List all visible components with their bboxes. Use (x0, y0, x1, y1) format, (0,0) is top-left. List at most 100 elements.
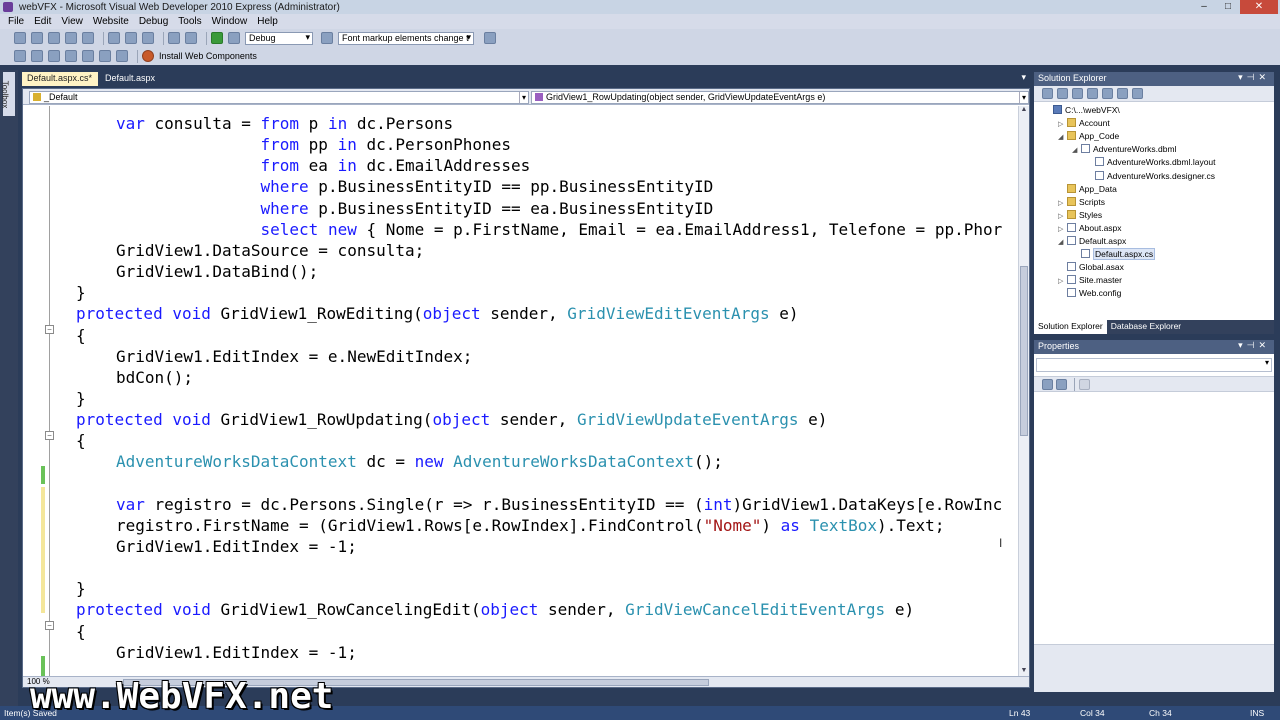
tree-item[interactable]: Default.aspx.cs (1072, 248, 1156, 261)
tree-item[interactable]: ▷ About.aspx (1058, 222, 1122, 235)
add-item-icon[interactable] (31, 32, 43, 44)
maximize-button[interactable]: □ (1216, 0, 1240, 14)
nest-files-icon[interactable] (1072, 88, 1083, 99)
outdent-icon[interactable] (65, 50, 77, 62)
attach-icon[interactable] (228, 32, 240, 44)
view-designer-icon[interactable] (1102, 88, 1113, 99)
tab-list-icon[interactable]: ▾ (1021, 72, 1026, 83)
code-line[interactable]: bdCon(); (116, 367, 193, 388)
find-icon[interactable] (321, 32, 333, 44)
refresh-icon[interactable] (1057, 88, 1068, 99)
paste-icon[interactable] (142, 32, 154, 44)
menu-tools[interactable]: Tools (178, 16, 201, 27)
toolbox-options-icon[interactable] (484, 32, 496, 44)
code-line[interactable]: GridView1.EditIndex = -1; (116, 642, 357, 663)
code-line[interactable]: { (76, 430, 86, 451)
code-line[interactable]: where p.BusinessEntityID == pp.BusinessE… (116, 176, 714, 197)
open-file-icon[interactable] (48, 32, 60, 44)
new-project-icon[interactable] (14, 32, 26, 44)
code-line[interactable]: GridView1.DataSource = consulta; (116, 240, 424, 261)
code-line[interactable]: from pp in dc.PersonPhones (116, 134, 511, 155)
code-line[interactable]: GridView1.DataBind(); (116, 261, 318, 282)
vertical-scrollbar[interactable]: ▲ ▼ (1018, 106, 1029, 677)
code-line[interactable]: var consulta = from p in dc.Persons (116, 113, 453, 134)
alphabetical-icon[interactable] (1056, 378, 1067, 390)
solution-tree[interactable]: C:\...\webVFX\ ▷ Account ◢ App_Code ◢ Adventur… (1034, 102, 1274, 302)
close-button[interactable]: ✕ (1240, 0, 1278, 14)
tab-solution-explorer[interactable]: Solution Explorer (1034, 320, 1107, 334)
save-icon[interactable] (65, 32, 77, 44)
tree-item[interactable]: Web.config (1058, 287, 1121, 300)
tab-default-aspx[interactable]: Default.aspx (100, 72, 161, 86)
menu-help[interactable]: Help (257, 16, 278, 27)
collapse-icon[interactable]: − (45, 325, 54, 334)
collapse-arrow-icon[interactable]: ◢ (1072, 144, 1081, 157)
tree-item[interactable]: Global.asax (1058, 261, 1124, 274)
member-combo[interactable]: GridView1_RowUpdating(object sender, Gri… (531, 91, 1029, 104)
cut-icon[interactable] (108, 32, 120, 44)
class-combo[interactable]: _Default ▾ (29, 91, 529, 104)
tree-item[interactable]: C:\...\webVFX\ (1044, 104, 1120, 117)
properties-object-select[interactable] (1036, 358, 1272, 372)
minimize-button[interactable]: ‒ (1192, 0, 1216, 14)
tree-item[interactable]: ◢ AdventureWorks.dbml (1072, 143, 1176, 156)
collapse-arrow-icon[interactable]: ◢ (1058, 236, 1067, 249)
code-line[interactable]: where p.BusinessEntityID == ea.BusinessE… (116, 198, 714, 219)
code-line[interactable]: { (76, 621, 86, 642)
code-line[interactable]: registro.FirstName = (GridView1.Rows[e.R… (116, 515, 944, 536)
expand-icon[interactable]: ▷ (1058, 210, 1067, 223)
undo-icon[interactable] (168, 32, 180, 44)
code-area[interactable]: − − − var consulta = from p in dc.Person… (23, 106, 1018, 677)
property-pages-icon[interactable] (1079, 378, 1090, 390)
web-platform-icon[interactable] (142, 50, 154, 62)
panel-pin-icons[interactable]: ▾⊣✕ (1238, 72, 1270, 83)
copy-icon[interactable] (125, 32, 137, 44)
view-code-icon[interactable] (1087, 88, 1098, 99)
uncomment-icon[interactable] (99, 50, 111, 62)
menu-file[interactable]: File (8, 16, 24, 27)
find-combo[interactable]: Font markup elements change t (338, 31, 474, 45)
properties-icon[interactable] (1042, 88, 1053, 99)
code-line[interactable]: protected void GridView1_RowCancelingEdi… (76, 599, 914, 620)
code-line[interactable]: GridView1.EditIndex = e.NewEditIndex; (116, 346, 472, 367)
code-line[interactable]: select new { Nome = p.FirstName, Email =… (116, 219, 1003, 240)
install-web-components-button[interactable]: Install Web Components (159, 51, 257, 61)
copy-website-icon[interactable] (1117, 88, 1128, 99)
collapse-icon[interactable]: − (45, 431, 54, 440)
code-line[interactable]: protected void GridView1_RowUpdating(obj… (76, 409, 827, 430)
menu-view[interactable]: View (61, 16, 83, 27)
tree-item[interactable]: ◢ App_Code (1058, 130, 1119, 143)
collapse-icon[interactable]: − (45, 621, 54, 630)
code-line[interactable]: GridView1.EditIndex = -1; (116, 536, 357, 557)
tree-item[interactable]: ▷ Scripts (1058, 196, 1105, 209)
code-line[interactable]: { (76, 325, 86, 346)
collapse-arrow-icon[interactable]: ◢ (1058, 131, 1067, 144)
asp-config-icon[interactable] (1132, 88, 1143, 99)
tree-item[interactable]: ▷ Site.master (1058, 274, 1122, 287)
configuration-select[interactable]: Debug (245, 31, 313, 45)
menu-website[interactable]: Website (93, 16, 129, 27)
tree-item[interactable]: ◢ Default.aspx (1058, 235, 1126, 248)
bookmark-icon[interactable] (116, 50, 128, 62)
tree-item[interactable]: AdventureWorks.dbml.layout (1086, 156, 1216, 169)
tree-item[interactable]: ▷ Account (1058, 117, 1110, 130)
expand-icon[interactable]: ▷ (1058, 223, 1067, 236)
code-line[interactable]: } (76, 578, 86, 599)
menu-edit[interactable]: Edit (34, 16, 51, 27)
code-line[interactable]: } (76, 388, 86, 409)
scroll-thumb[interactable] (1020, 266, 1028, 436)
outline-icon[interactable] (31, 50, 43, 62)
tree-item[interactable]: App_Data (1058, 183, 1117, 196)
code-editor[interactable]: _Default ▾ GridView1_RowUpdating(object … (22, 88, 1030, 688)
menu-window[interactable]: Window (212, 16, 248, 27)
expand-icon[interactable]: ▷ (1058, 197, 1067, 210)
code-line[interactable]: protected void GridView1_RowEditing(obje… (76, 303, 799, 324)
tab-database-explorer[interactable]: Database Explorer (1107, 320, 1185, 334)
toolbox-tab[interactable]: Toolbox (0, 72, 15, 116)
save-all-icon[interactable] (82, 32, 94, 44)
panel-pin-icons[interactable]: ▾⊣✕ (1238, 340, 1270, 351)
menu-debug[interactable]: Debug (139, 16, 168, 27)
code-line[interactable]: from ea in dc.EmailAddresses (116, 155, 531, 176)
expand-icon[interactable]: ▷ (1058, 275, 1067, 288)
redo-icon[interactable] (185, 32, 197, 44)
